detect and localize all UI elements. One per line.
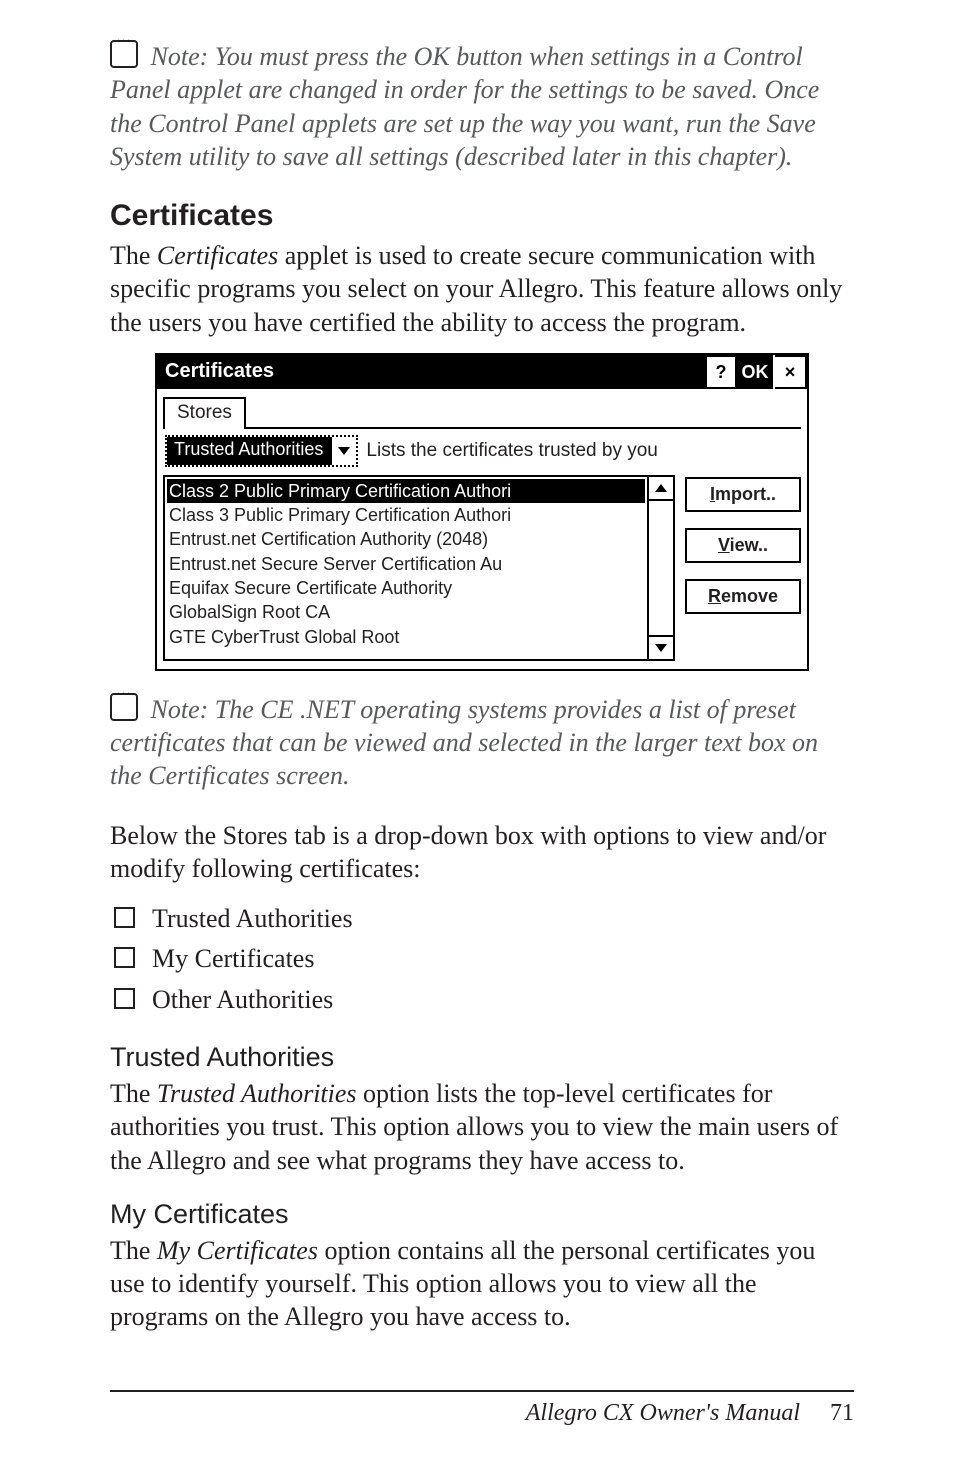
scroll-down-icon[interactable]: [649, 635, 673, 659]
titlebar: Certificates ? OK ×: [157, 355, 807, 389]
note-text: Note: You must press the OK button when …: [110, 42, 819, 171]
text-em: Trusted Authorities: [157, 1079, 357, 1108]
store-combobox-value: Trusted Authorities: [167, 437, 330, 465]
close-button[interactable]: ×: [775, 355, 807, 389]
trusted-authorities-text: The Trusted Authorities option lists the…: [110, 1077, 854, 1177]
list-item: My Certificates: [110, 939, 854, 979]
note-text: Note: The CE .NET operating systems prov…: [110, 695, 818, 791]
store-selector-row: Trusted Authorities Lists the certificat…: [165, 435, 801, 467]
text-pre: The: [110, 1079, 157, 1108]
window-title: Certificates: [157, 355, 705, 389]
intro-pre: The: [110, 241, 157, 270]
tabstrip: Stores: [163, 395, 801, 429]
footer-page-number: 71: [830, 1400, 854, 1426]
chevron-down-icon[interactable]: [330, 437, 356, 465]
list-item[interactable]: Entrust.net Secure Server Certification …: [167, 552, 645, 576]
window-body: Stores Trusted Authorities Lists the cer…: [157, 389, 807, 669]
view-rest: iew..: [730, 535, 768, 555]
subhead-my-certificates: My Certificates: [110, 1199, 854, 1230]
remove-button[interactable]: Remove: [685, 579, 801, 614]
my-certificates-text: The My Certificates option contains all …: [110, 1234, 854, 1334]
list-item[interactable]: Class 2 Public Primary Certification Aut…: [167, 479, 645, 503]
list-item: Trusted Authorities: [110, 899, 854, 939]
list-item[interactable]: GlobalSign Root CA: [167, 600, 645, 624]
ok-button[interactable]: OK: [737, 355, 775, 389]
import-button[interactable]: Import..: [685, 477, 801, 512]
certificates-intro: The Certificates applet is used to creat…: [110, 239, 854, 339]
list-item[interactable]: Class 3 Public Primary Certification Aut…: [167, 503, 645, 527]
listbox-items: Class 2 Public Primary Certification Aut…: [165, 477, 647, 659]
scrollbar[interactable]: [647, 477, 673, 659]
note-icon: [110, 693, 138, 721]
list-item[interactable]: Equifax Secure Certificate Authority: [167, 576, 645, 600]
import-rest: mport..: [715, 484, 776, 504]
list-item: Other Authorities: [110, 980, 854, 1020]
help-button[interactable]: ?: [705, 355, 737, 389]
intro-em: Certificates: [157, 241, 278, 270]
footer-title: Allegro CX Owner's Manual: [526, 1400, 800, 1426]
page-footer: Allegro CX Owner's Manual 71: [110, 1390, 854, 1427]
certificates-window: Certificates ? OK × Stores Trusted Autho…: [155, 353, 809, 671]
text-pre: The: [110, 1236, 157, 1265]
side-buttons: Import.. View.. Remove: [685, 475, 801, 661]
list-item[interactable]: GTE CyberTrust Global Root: [167, 625, 645, 649]
store-combobox-label: Lists the certificates trusted by you: [366, 440, 657, 462]
certificate-listbox[interactable]: Class 2 Public Primary Certification Aut…: [163, 475, 675, 661]
certificate-options-list: Trusted Authorities My Certificates Othe…: [110, 899, 854, 1020]
view-button[interactable]: View..: [685, 528, 801, 563]
note-save-settings: Note: You must press the OK button when …: [110, 40, 854, 173]
content-row: Class 2 Public Primary Certification Aut…: [163, 475, 801, 661]
remove-accel: R: [708, 586, 721, 606]
remove-rest: emove: [721, 586, 778, 606]
section-heading-certificates: Certificates: [110, 199, 854, 233]
scroll-up-icon[interactable]: [649, 477, 673, 501]
store-combobox[interactable]: Trusted Authorities: [165, 435, 358, 467]
below-stores-text: Below the Stores tab is a drop-down box …: [110, 819, 854, 886]
note-preset-certs: Note: The CE .NET operating systems prov…: [110, 693, 854, 793]
list-item[interactable]: Entrust.net Certification Authority (204…: [167, 527, 645, 551]
tab-stores[interactable]: Stores: [163, 397, 246, 429]
subhead-trusted-authorities: Trusted Authorities: [110, 1042, 854, 1073]
note-icon: [110, 40, 138, 68]
view-accel: V: [718, 535, 730, 555]
text-em: My Certificates: [157, 1236, 318, 1265]
scroll-track[interactable]: [649, 501, 673, 635]
